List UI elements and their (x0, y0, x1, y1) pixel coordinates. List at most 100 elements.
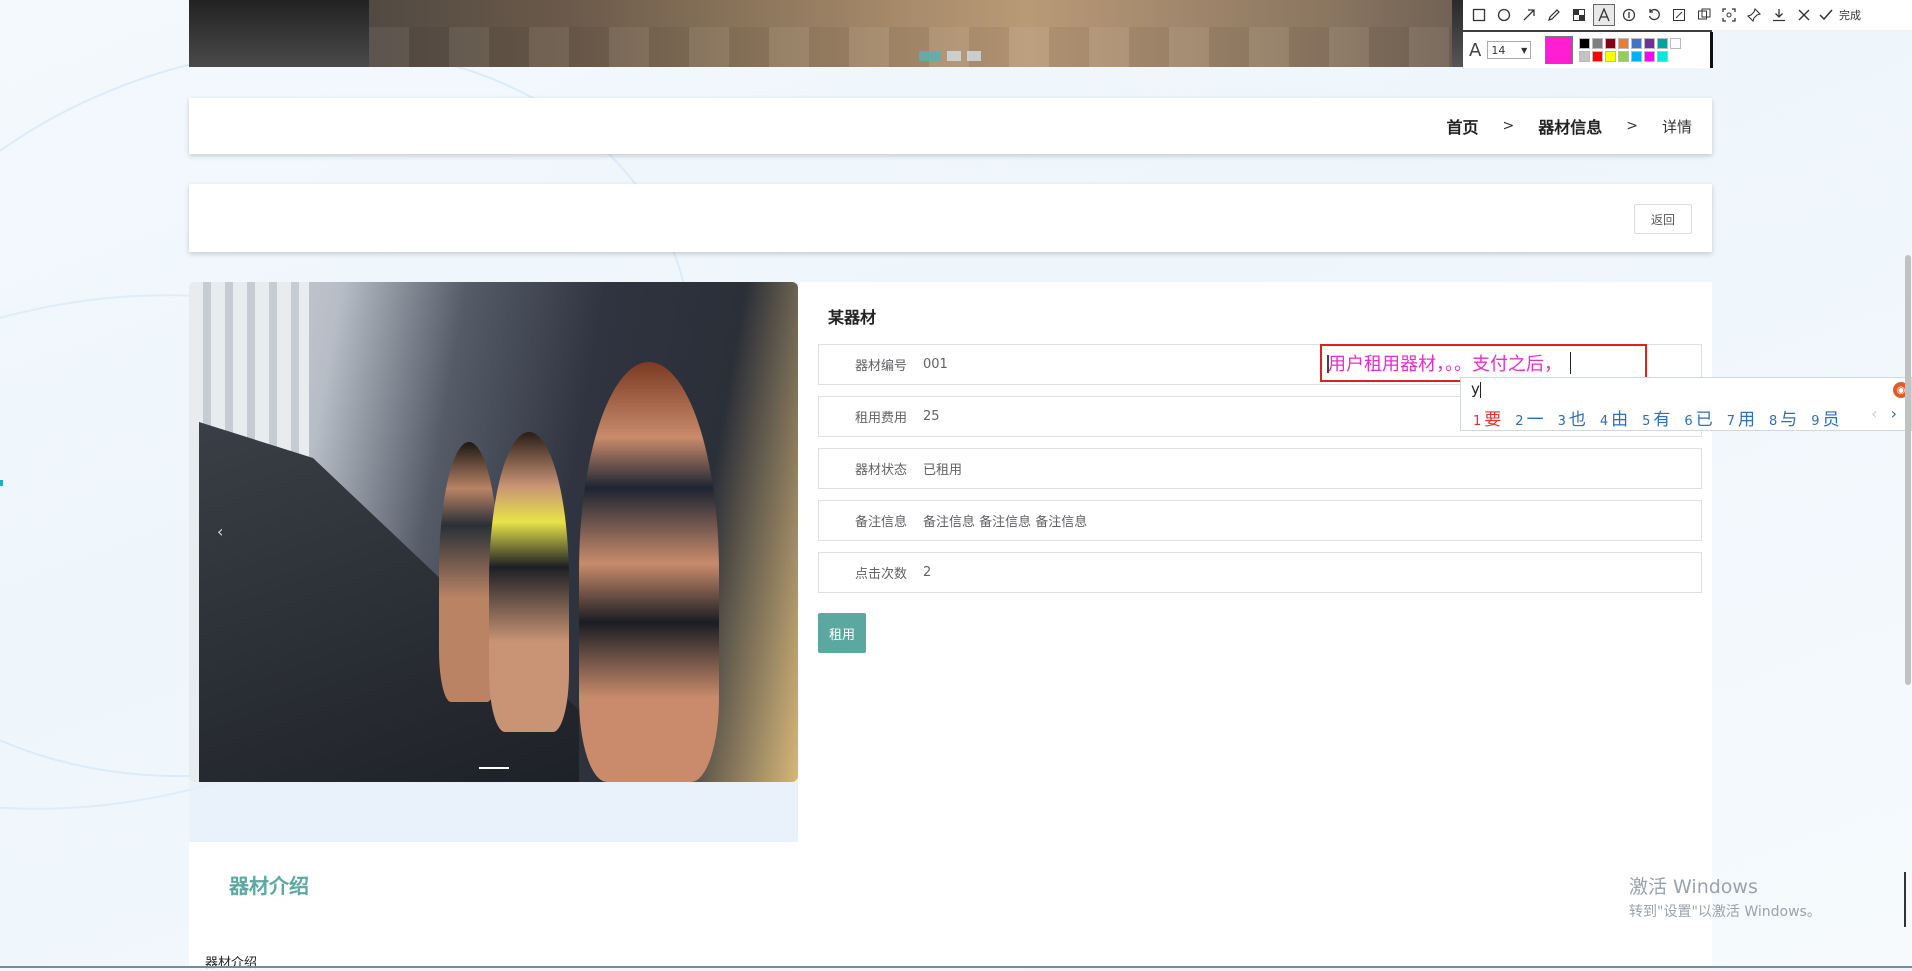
color-swatch[interactable] (1657, 51, 1669, 62)
banner-indicator-active[interactable] (919, 51, 941, 61)
text-cursor-icon (1327, 355, 1329, 373)
ocr-icon[interactable] (1693, 4, 1715, 26)
color-swatch[interactable] (1618, 51, 1630, 62)
scan-icon[interactable] (1718, 4, 1740, 26)
watermark-line1: 激活 Windows (1629, 876, 1758, 898)
ime-candidate-number: 4 (1599, 414, 1609, 429)
field-label: 器材编号 (854, 359, 907, 374)
ime-candidate[interactable]: 1要 (1473, 405, 1501, 430)
ime-candidate[interactable]: 4由 (1600, 405, 1628, 430)
field-status: 器材状态 已租用 (818, 448, 1702, 489)
color-palette (1579, 38, 1682, 62)
ime-candidate-number: 6 (1684, 414, 1693, 429)
equipment-image-carousel[interactable]: ‹ (189, 282, 798, 782)
gallery-image-part (579, 362, 719, 782)
ime-candidate[interactable]: 2一 (1515, 405, 1543, 430)
color-swatch[interactable] (1657, 38, 1669, 49)
arrow-icon[interactable] (1518, 4, 1540, 26)
field-value: 2 (923, 565, 932, 580)
ime-candidate-number: 2 (1515, 414, 1524, 429)
ime-candidate-text: 与 (1780, 410, 1798, 430)
snip-toolbar: 完成 (1463, 0, 1912, 30)
banner-indicator[interactable] (947, 51, 961, 61)
color-swatch[interactable] (1605, 51, 1617, 62)
ime-candidate-number: 8 (1768, 414, 1778, 429)
breadcrumb-current: 详情 (1661, 117, 1692, 136)
ime-candidate[interactable]: 6已 (1684, 405, 1712, 430)
chevron-left-icon[interactable]: ‹ (217, 522, 223, 541)
pin-area-icon[interactable] (1668, 4, 1690, 26)
font-size-value: 14 (1491, 43, 1506, 57)
current-color-swatch[interactable] (1545, 36, 1574, 64)
field-value: 25 (923, 409, 940, 424)
font-size-select[interactable]: 14 ▼ (1487, 41, 1532, 59)
ime-candidate-text: 用 (1737, 410, 1755, 430)
ime-candidate-number: 3 (1557, 414, 1566, 429)
check-icon[interactable] (1818, 4, 1834, 26)
ime-prev-page-icon[interactable]: ‹ (1871, 404, 1877, 423)
ime-candidate[interactable]: 8与 (1769, 405, 1797, 430)
ime-candidate[interactable]: 5有 (1642, 405, 1670, 430)
banner-indicators (919, 51, 981, 61)
ime-candidate[interactable]: 9员 (1811, 405, 1839, 430)
ime-candidate-text: 员 (1822, 410, 1840, 430)
gallery-footer-area (189, 782, 798, 842)
pencil-icon[interactable] (1543, 4, 1565, 26)
text-icon[interactable] (1593, 4, 1615, 26)
ime-candidate[interactable]: 3也 (1558, 405, 1586, 430)
ime-candidate-number: 1 (1473, 414, 1482, 429)
mosaic-icon[interactable] (1568, 4, 1590, 26)
gallery-image-part (489, 432, 569, 732)
ime-composition-text: y (1471, 380, 1480, 398)
rectangle-icon[interactable] (1468, 4, 1490, 26)
ime-candidate-text: 由 (1611, 410, 1629, 430)
banner-indicator[interactable] (967, 51, 981, 61)
color-swatch[interactable] (1644, 38, 1656, 49)
color-swatch[interactable] (1605, 38, 1617, 49)
breadcrumb-separator: > (1502, 118, 1515, 134)
field-label: 点击次数 (854, 567, 907, 582)
color-swatch[interactable] (1618, 38, 1630, 49)
ime-candidates: 1要2一3也4由5有6已7用8与9员 (1473, 405, 1840, 430)
color-swatch[interactable] (1592, 38, 1604, 49)
color-swatch[interactable] (1579, 38, 1591, 49)
ime-candidate-window: y 1要2一3也4由5有6已7用8与9员 ‹ › (1460, 377, 1912, 431)
carousel-indicator[interactable] (479, 767, 509, 769)
done-button[interactable]: 完成 (1839, 7, 1861, 23)
banner-image-part (189, 0, 369, 67)
ellipse-icon[interactable] (1493, 4, 1515, 26)
back-button[interactable]: 返回 (1634, 204, 1692, 234)
undo-icon[interactable] (1643, 4, 1665, 26)
download-icon[interactable] (1768, 4, 1790, 26)
color-swatch[interactable] (1592, 51, 1604, 62)
text-caret (1479, 381, 1481, 398)
chevron-down-icon: ▼ (1521, 45, 1528, 55)
ime-paging: ‹ › (1871, 404, 1897, 423)
pin-icon[interactable] (1743, 4, 1765, 26)
action-bar: 返回 (189, 184, 1712, 252)
color-swatch[interactable] (1644, 51, 1656, 62)
breadcrumb-section[interactable]: 器材信息 (1538, 114, 1602, 138)
page-scrollbar[interactable] (1904, 0, 1912, 968)
breadcrumb-separator: > (1626, 118, 1638, 134)
windows-activation-watermark: 激活 Windows 转到"设置"以激活 Windows。 (1629, 872, 1821, 921)
ime-candidate-text: 也 (1568, 410, 1586, 430)
rent-button[interactable]: 租用 (818, 613, 866, 653)
color-swatch[interactable] (1579, 51, 1591, 62)
color-swatch[interactable] (1631, 38, 1643, 49)
ime-candidate[interactable]: 7用 (1727, 405, 1755, 430)
breadcrumb-home[interactable]: 首页 (1446, 114, 1478, 138)
scrollbar-thumb[interactable] (1905, 255, 1911, 685)
ime-next-page-icon[interactable]: › (1891, 404, 1897, 423)
close-icon[interactable] (1793, 4, 1815, 26)
ime-candidate-text: 一 (1526, 410, 1544, 430)
equipment-intro-section: 器材介绍 器材介绍 (189, 842, 1712, 971)
field-value: 备注信息 备注信息 备注信息 (923, 515, 1088, 530)
color-swatch[interactable] (1670, 38, 1682, 49)
annotation-text: 用户租用器材，。。支付之后， (1328, 354, 1562, 375)
color-swatch[interactable] (1631, 51, 1643, 62)
field-remarks: 备注信息 备注信息 备注信息 备注信息 (818, 500, 1702, 541)
scrollbar-marker (1904, 872, 1912, 927)
ime-candidate-number: 9 (1811, 414, 1820, 429)
number-icon[interactable] (1618, 4, 1640, 26)
